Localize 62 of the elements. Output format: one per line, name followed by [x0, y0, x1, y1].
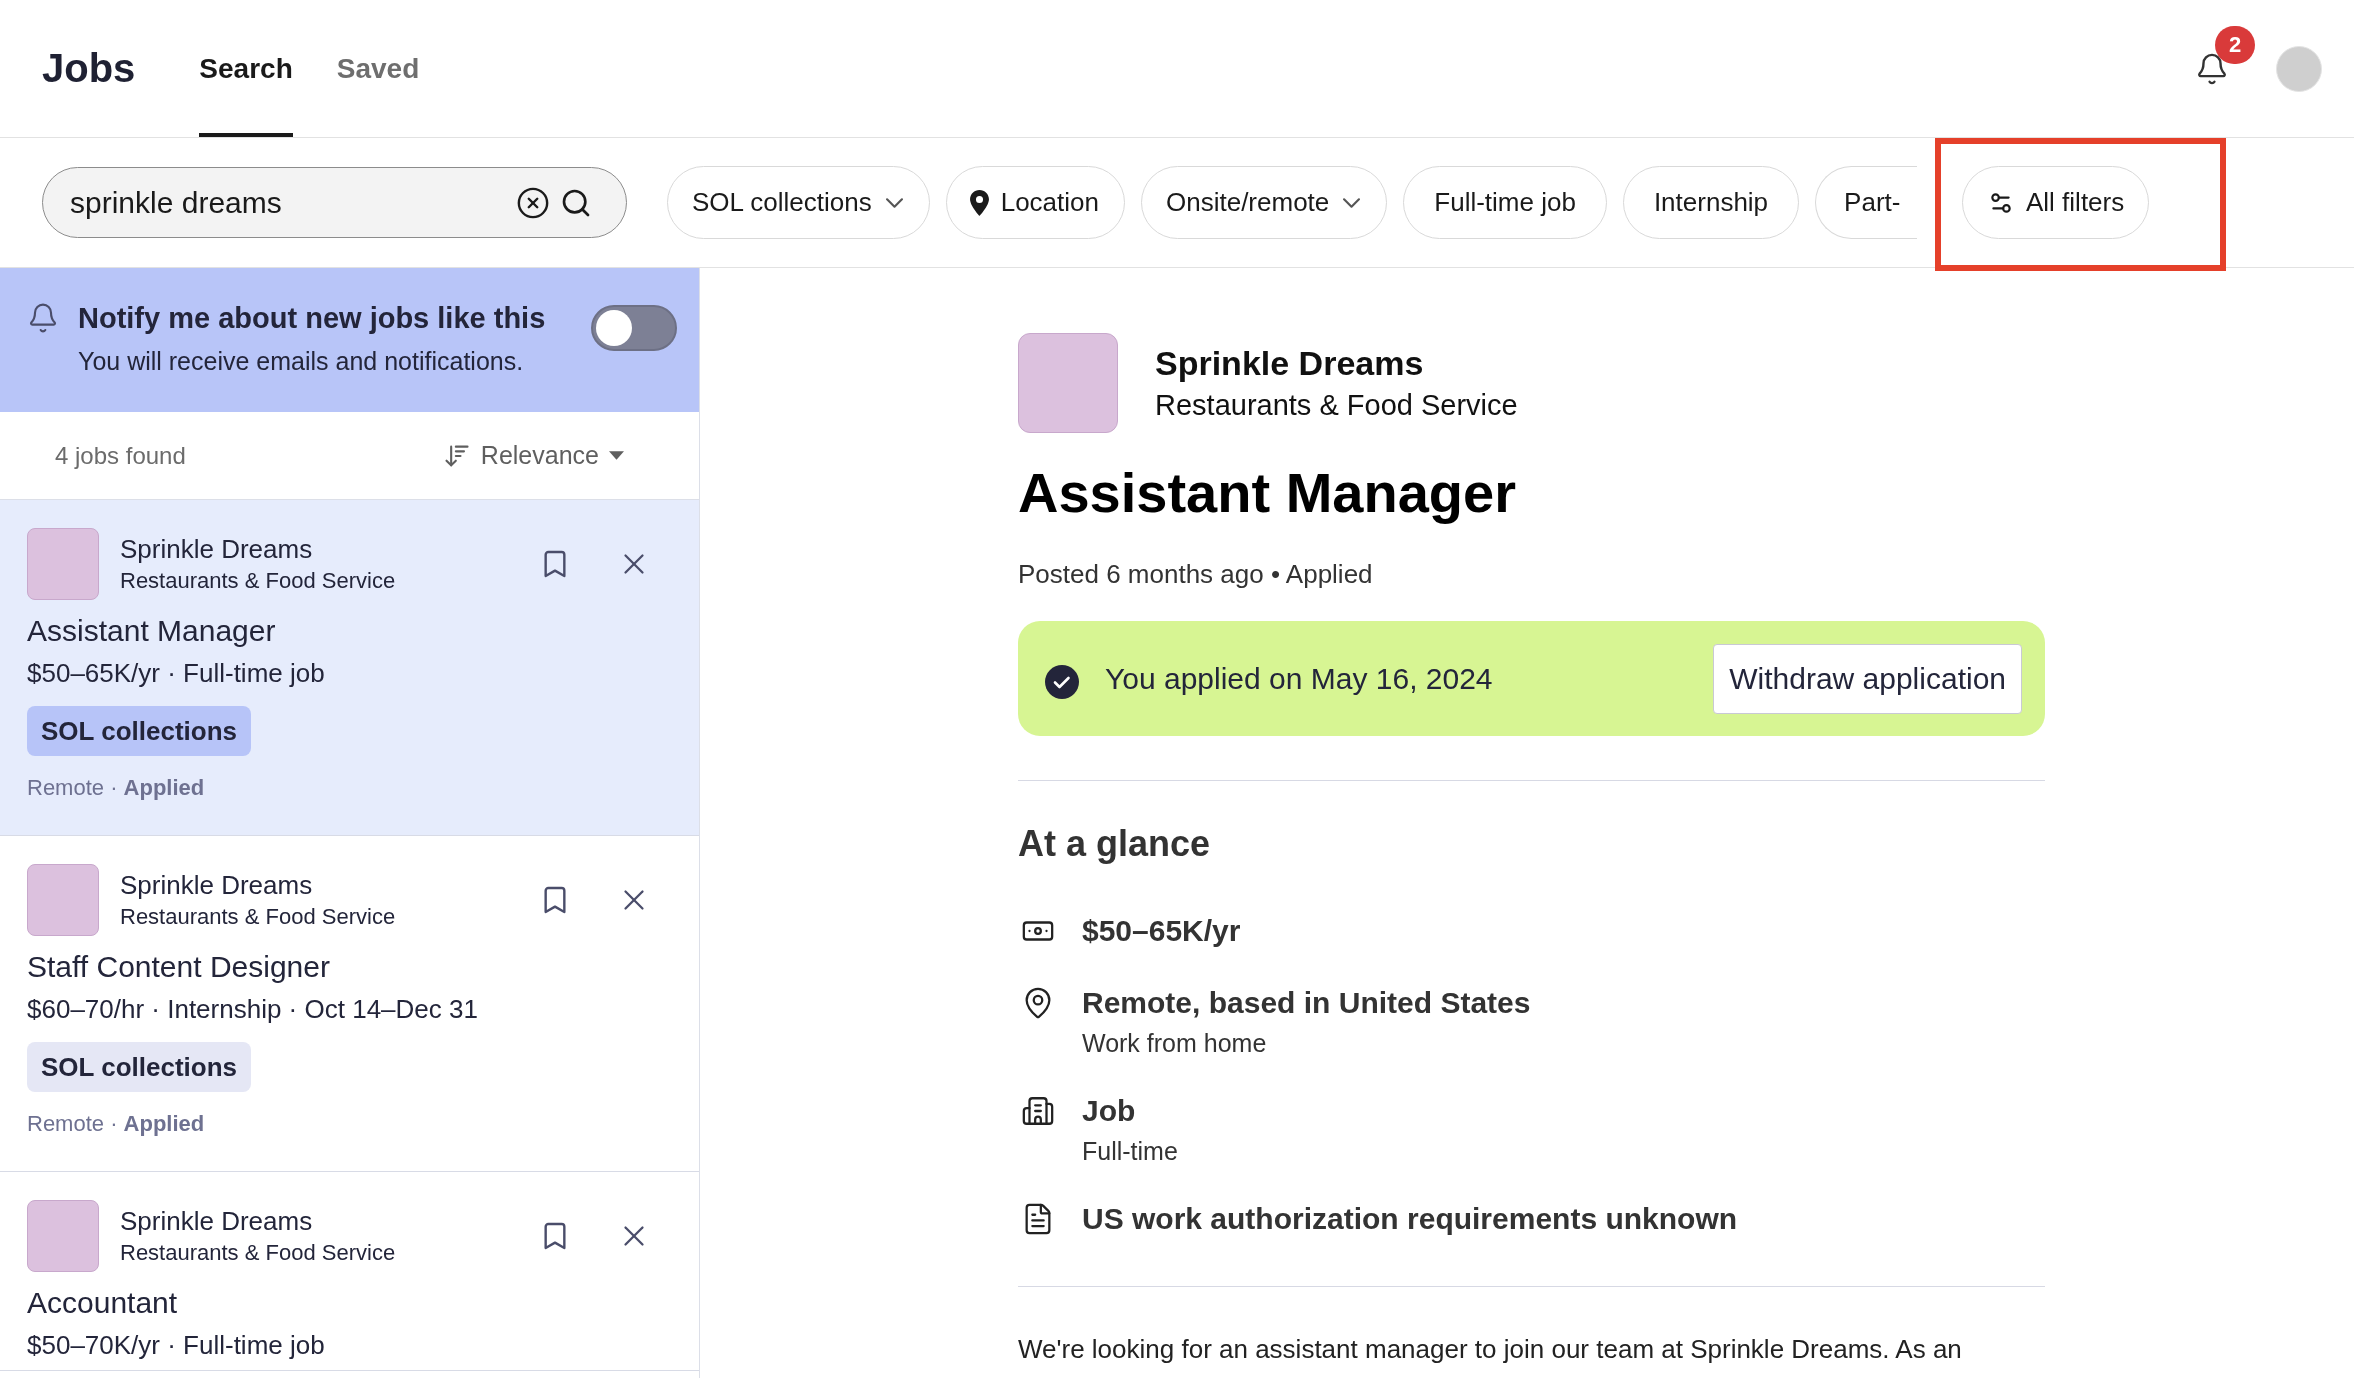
- posted-info: Posted 6 months ago • Applied: [1018, 558, 1374, 590]
- alert-toggle[interactable]: [591, 305, 677, 351]
- search-field[interactable]: sprinkle dreams: [42, 167, 627, 238]
- notifications-button[interactable]: [2195, 51, 2229, 86]
- company-name: Sprinkle Dreams: [120, 533, 314, 565]
- filter-chip[interactable]: SOL collections: [667, 166, 930, 239]
- job-card[interactable]: Sprinkle Dreams Restaurants & Food Service Assistant Manager $50–65K/yr · Full-time job SOL collections Remote · Applied: [0, 500, 699, 836]
- job-title: Assistant Manager: [27, 613, 277, 649]
- job-title: Staff Content Designer: [27, 949, 331, 985]
- glance-title: $50–65K/yr: [1082, 913, 1241, 949]
- logo-photo-placeholder: [27, 528, 99, 600]
- collection-tag: SOL collections: [27, 1042, 251, 1092]
- clear-icon: [516, 185, 550, 220]
- filter-chip[interactable]: Part-: [1815, 166, 1917, 239]
- all-filters-button[interactable]: All filters: [1962, 166, 2150, 239]
- sort-button[interactable]: Relevance: [442, 436, 624, 475]
- results-count: 4 jobs found: [55, 440, 186, 471]
- filter-chip[interactable]: Location: [945, 166, 1125, 239]
- building-icon: [1021, 1094, 1055, 1128]
- glance-subtitle: Full-time: [1082, 1136, 1178, 1167]
- company-industry: Restaurants & Food Service: [120, 903, 396, 931]
- company-name: Sprinkle Dreams: [120, 1205, 314, 1237]
- alert-title: Notify me about new jobs like this: [78, 301, 546, 336]
- chevron-down-icon: [885, 197, 903, 208]
- bell-icon: [27, 302, 59, 334]
- app-title: Jobs: [42, 44, 136, 92]
- nav-tab[interactable]: Search: [199, 0, 293, 137]
- job-status-line: Remote · Applied: [27, 774, 206, 802]
- bell-icon: [2195, 51, 2229, 86]
- filter-chip[interactable]: Internship: [1622, 166, 1800, 239]
- logo-photo-placeholder: [27, 1200, 99, 1272]
- clear-search-button[interactable]: [516, 185, 550, 220]
- applied-date: You applied on May 16, 2024: [1105, 661, 1493, 697]
- job-title: Assistant Manager: [1018, 461, 1517, 525]
- job-meta: $50–70K/yr · Full-time job: [27, 1329, 326, 1362]
- chevron-down-icon: [1343, 197, 1361, 208]
- withdraw-application-button[interactable]: Withdraw application: [1713, 643, 2022, 714]
- job-meta: $50–65K/yr · Full-time job: [27, 657, 326, 690]
- job-title: Accountant: [27, 1285, 179, 1321]
- company-name: Sprinkle Dreams: [120, 869, 314, 901]
- notification-badge: 2: [2215, 25, 2255, 64]
- job-status-line: Remote · Applied: [27, 1110, 206, 1138]
- filter-chip[interactable]: Full-time job: [1403, 166, 1607, 239]
- glance-title: US work authorization requirements unknown: [1082, 1201, 1738, 1237]
- check-circle-icon: [1045, 664, 1079, 699]
- glance-subtitle: Work from home: [1082, 1028, 1268, 1059]
- filter-chip[interactable]: Onsite/remote: [1141, 166, 1388, 239]
- location-pin-icon: [969, 189, 989, 216]
- glance-title: Remote, based in United States: [1082, 985, 1531, 1021]
- alert-subtitle: You will receive emails and notifications.: [78, 346, 525, 377]
- nav-tab[interactable]: Saved: [336, 0, 420, 137]
- company-industry: Restaurants & Food Service: [120, 1239, 396, 1267]
- logo-photo-placeholder: [27, 864, 99, 936]
- section-heading: At a glance: [1018, 822, 1212, 866]
- company-industry: Restaurants & Food Service: [120, 567, 396, 595]
- collection-tag: SOL collections: [27, 706, 251, 756]
- job-description: We're looking for an assistant manager to join our team at Sprinkle Dreams. As an: [1018, 1333, 1963, 1366]
- company-name: Sprinkle Dreams: [1155, 343, 1425, 383]
- company-industry: Restaurants & Food Service: [1155, 388, 1518, 423]
- caret-icon: [609, 451, 624, 460]
- job-meta: $60–70/hr · Internship · Oct 14–Dec 31: [27, 993, 479, 1026]
- glance-title: Job: [1082, 1093, 1137, 1129]
